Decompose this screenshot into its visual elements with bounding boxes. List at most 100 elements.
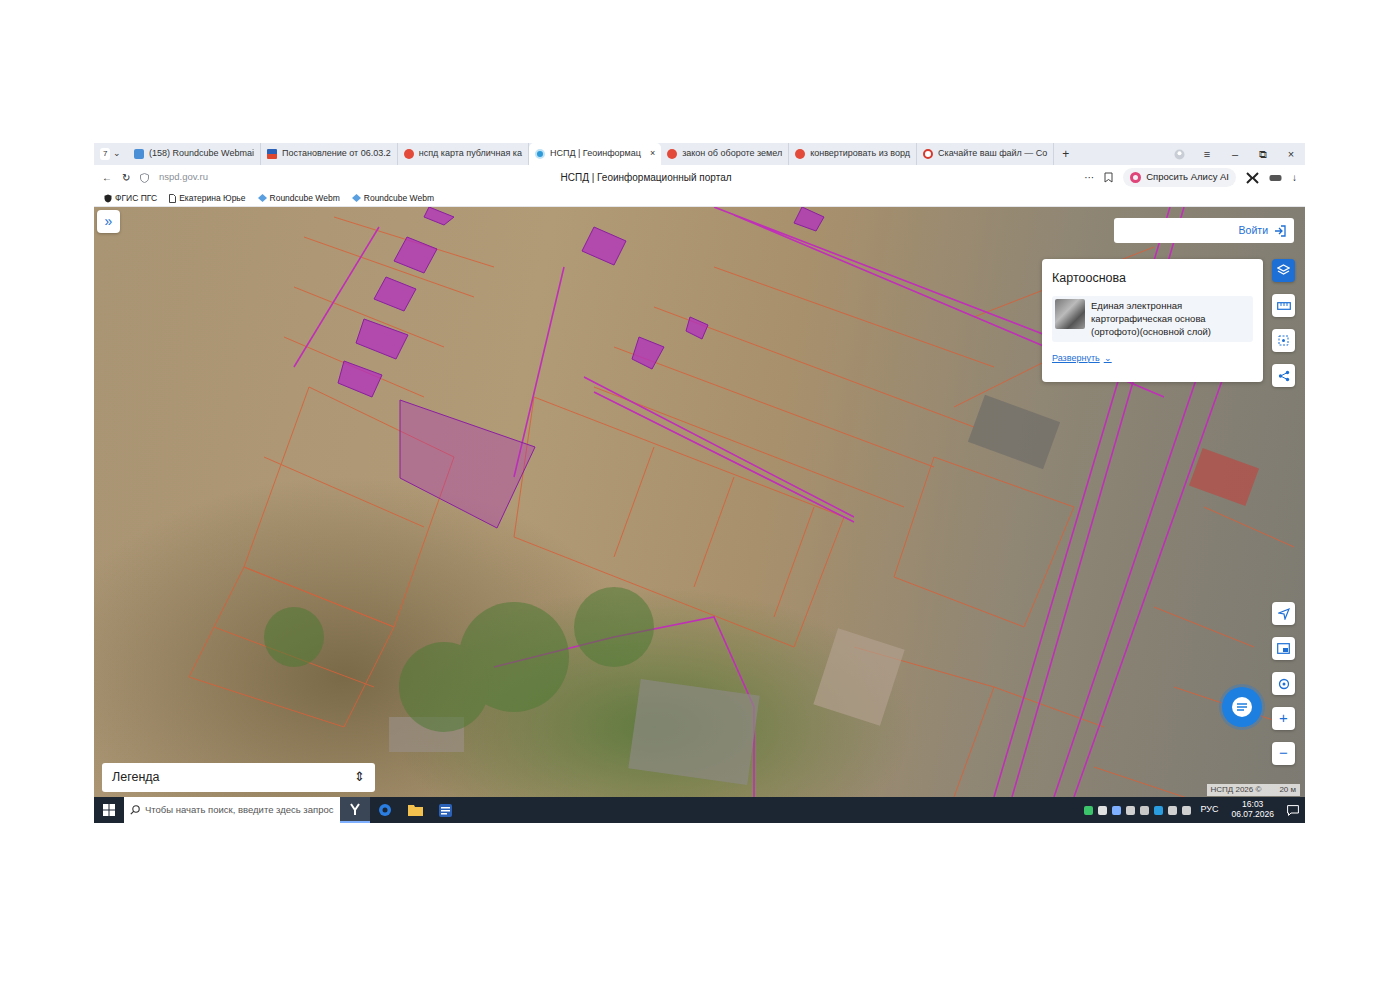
- window-control[interactable]: ⧉: [1249, 146, 1277, 163]
- tray-icon[interactable]: [1112, 806, 1121, 815]
- browser-tab[interactable]: закон об обороте земел: [661, 143, 789, 165]
- tray-icon[interactable]: [1154, 806, 1163, 815]
- tab-label[interactable]: (158) Roundcube Webmai: [149, 147, 254, 161]
- bookmark[interactable]: ФГИС ПГС: [104, 192, 157, 205]
- expand-link[interactable]: Развернуть ⌄: [1052, 352, 1112, 366]
- login-label[interactable]: Войти: [1239, 223, 1268, 239]
- date: 06.07.2026: [1231, 810, 1274, 820]
- expand-label[interactable]: Развернуть: [1052, 353, 1100, 363]
- download-button[interactable]: ↓: [1292, 170, 1297, 185]
- chat-button[interactable]: [1222, 687, 1262, 727]
- edge-app[interactable]: [370, 797, 400, 823]
- browser-tab[interactable]: НСПД | Геоинформац ×: [529, 143, 661, 165]
- search-place-button[interactable]: [1272, 672, 1295, 695]
- browser-tab[interactable]: Постановление от 06.03.2: [261, 143, 398, 165]
- new-tab-button[interactable]: +: [1054, 145, 1077, 163]
- select-area-button[interactable]: [1272, 329, 1295, 352]
- minimap-button[interactable]: [1272, 637, 1295, 660]
- bookmark-label[interactable]: Roundcube Webm: [364, 192, 434, 205]
- browser-tab[interactable]: нспд карта публичная ка: [398, 143, 529, 165]
- tab-label[interactable]: Скачайте ваш файл — Co: [938, 147, 1047, 161]
- browser-tab[interactable]: Скачайте ваш файл — Co: [917, 143, 1054, 165]
- login-button[interactable]: Войти: [1114, 218, 1294, 243]
- search-placeholder[interactable]: Чтобы начать поиск, введите здесь запрос: [145, 803, 333, 817]
- layers-button[interactable]: [1272, 259, 1295, 282]
- bookmark-label[interactable]: Roundcube Webm: [270, 192, 340, 205]
- basemap-panel: Картооснова Единая электронная картографи…: [1042, 259, 1263, 382]
- zoom-out-button[interactable]: −: [1272, 742, 1295, 765]
- legend-dropdown[interactable]: Легенда ⇕: [102, 763, 375, 792]
- expand-sidebar-button[interactable]: »: [97, 210, 120, 233]
- bookmark[interactable]: Екатерина Юрье: [169, 192, 245, 205]
- tab-label[interactable]: закон об обороте земел: [682, 147, 782, 161]
- share-button[interactable]: [1272, 364, 1295, 387]
- basemap-title: Картооснова: [1052, 269, 1253, 288]
- browser-tab[interactable]: (158) Roundcube Webmai: [128, 143, 261, 165]
- select-area-icon: [1277, 334, 1290, 347]
- locate-button[interactable]: [1272, 602, 1295, 625]
- system-tray: РУС 16:0306.07.2026: [1084, 800, 1305, 820]
- tab-label[interactable]: НСПД | Геоинформац: [550, 147, 641, 161]
- favicon-icon: [923, 149, 933, 159]
- alice-label[interactable]: Спросить Алису AI: [1146, 170, 1229, 184]
- alice-button[interactable]: Спросить Алису AI: [1123, 168, 1236, 186]
- layer-label[interactable]: Единая электронная картографическая осно…: [1091, 299, 1250, 339]
- taskbar: Чтобы начать поиск, введите здесь запрос…: [94, 797, 1305, 823]
- tab-count[interactable]: 7: [100, 148, 110, 160]
- extension-icon: [1246, 172, 1259, 184]
- tab-label[interactable]: конвертировать из ворд: [810, 147, 910, 161]
- reload-button[interactable]: ↻: [122, 170, 130, 185]
- folder-icon: [408, 804, 423, 816]
- map-view[interactable]: » Войти Картооснова Единая электронная карт…: [94, 207, 1305, 797]
- bookmark[interactable]: Roundcube Webm: [258, 192, 340, 205]
- more-button[interactable]: ···: [1084, 170, 1094, 185]
- zoom-in-button[interactable]: +: [1272, 707, 1295, 730]
- tray-icon[interactable]: [1126, 806, 1135, 815]
- bookmark-label[interactable]: Екатерина Юрье: [179, 192, 245, 205]
- page-title: НСПД | Геоинформационный портал: [218, 170, 1074, 185]
- legend-toggle[interactable]: ⇕: [354, 768, 365, 787]
- start-button[interactable]: [94, 797, 124, 823]
- share-icon: [1278, 370, 1290, 382]
- address-bar: ← ↻ nspd.gov.ru НСПД | Геоинформационный по…: [94, 165, 1305, 190]
- taskbar-search[interactable]: Чтобы начать поиск, введите здесь запрос: [124, 797, 340, 823]
- window-control[interactable]: –: [1221, 146, 1249, 163]
- tray-icon[interactable]: [1098, 806, 1107, 815]
- edge-icon: [378, 803, 392, 817]
- map-nav-tools: +−: [1272, 602, 1295, 765]
- profile-icon: [1174, 149, 1185, 160]
- tray-icon[interactable]: [1140, 806, 1149, 815]
- basemap-layer[interactable]: Единая электронная картографическая осно…: [1052, 296, 1253, 342]
- clock[interactable]: 16:0306.07.2026: [1231, 800, 1274, 820]
- window-control[interactable]: ≡: [1193, 146, 1221, 163]
- ruler-icon: [1277, 302, 1291, 310]
- legend-label[interactable]: Легенда: [112, 768, 160, 787]
- tab-close[interactable]: ×: [650, 147, 655, 161]
- map-attribution: НСПД 2026 ©20 м: [1207, 784, 1300, 796]
- favicon-icon: [404, 149, 414, 159]
- browser-tab[interactable]: конвертировать из ворд: [789, 143, 917, 165]
- back-button[interactable]: ←: [102, 170, 112, 185]
- tray-icon[interactable]: [1182, 806, 1191, 815]
- bookmark-icon: [1104, 172, 1113, 183]
- tray-icon[interactable]: [1084, 806, 1093, 815]
- tab-label[interactable]: нспд карта публичная ка: [419, 147, 522, 161]
- folder-app[interactable]: [400, 797, 430, 823]
- login-icon: [1274, 225, 1286, 237]
- language-indicator[interactable]: РУС: [1200, 803, 1218, 817]
- tray-icon[interactable]: [1168, 806, 1177, 815]
- time: 16:03: [1231, 800, 1274, 810]
- window-control[interactable]: ×: [1277, 146, 1305, 163]
- bookmark-label[interactable]: ФГИС ПГС: [115, 192, 157, 205]
- yandex-browser-app[interactable]: [340, 797, 370, 823]
- window-controls: ≡–⧉×: [1174, 146, 1305, 163]
- tab-counter[interactable]: 7⌄: [94, 143, 128, 165]
- tab-label[interactable]: Постановление от 06.03.2: [282, 147, 391, 161]
- word-app[interactable]: [430, 797, 460, 823]
- ruler-button[interactable]: [1272, 294, 1295, 317]
- expand-arrow[interactable]: ⌄: [1104, 353, 1112, 363]
- bookmark[interactable]: Roundcube Webm: [352, 192, 434, 205]
- page-icon: [169, 194, 176, 203]
- url[interactable]: nspd.gov.ru: [159, 170, 208, 184]
- tab-menu[interactable]: ⌄: [113, 147, 121, 161]
